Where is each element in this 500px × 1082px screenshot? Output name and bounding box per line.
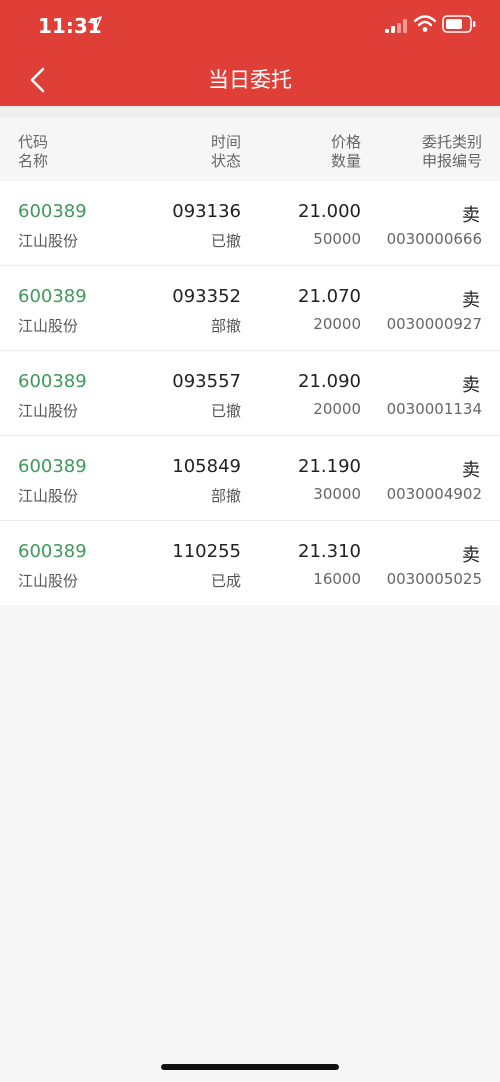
header-divider [0, 106, 500, 118]
order-status: 已撤 [210, 402, 241, 420]
order-price: 21.000 [298, 201, 361, 222]
order-status: 部撤 [210, 317, 241, 335]
column-order-type: 委托类别 [421, 133, 482, 151]
order-row[interactable]: 600389 江山股份 110255 已成 21.310 16000 卖 003… [0, 521, 500, 605]
stock-code: 600389 [18, 456, 87, 477]
column-price: 价格 [330, 133, 361, 151]
order-price: 21.190 [298, 456, 361, 477]
order-quantity: 50000 [313, 230, 361, 248]
order-price: 21.310 [298, 541, 361, 562]
order-side: 卖 [462, 460, 480, 481]
order-number: 0030004902 [386, 485, 482, 503]
stock-code: 600389 [18, 286, 87, 307]
stock-code: 600389 [18, 541, 87, 562]
column-quantity: 数量 [330, 152, 361, 170]
order-number: 0030000927 [386, 315, 482, 333]
order-status: 部撤 [210, 487, 241, 505]
order-number: 0030000666 [386, 230, 482, 248]
order-status: 已成 [210, 572, 241, 590]
order-time: 110255 [172, 541, 241, 562]
order-status: 已撤 [210, 232, 241, 250]
order-row[interactable]: 600389 江山股份 093136 已撤 21.000 50000 卖 003… [0, 181, 500, 266]
order-time: 105849 [172, 456, 241, 477]
column-name: 名称 [18, 152, 49, 170]
location-arrow-icon [88, 16, 102, 30]
order-quantity: 16000 [313, 570, 361, 588]
battery-icon [442, 15, 476, 33]
wifi-icon [414, 15, 436, 32]
order-time: 093352 [172, 286, 241, 307]
orders-list: 600389 江山股份 093136 已撤 21.000 50000 卖 003… [0, 181, 500, 605]
stock-code: 600389 [18, 201, 87, 222]
page-title: 当日委托 [208, 68, 292, 92]
order-price: 21.070 [298, 286, 361, 307]
app-header: 11:31 当日委托 [0, 0, 500, 106]
stock-code: 600389 [18, 371, 87, 392]
order-side: 卖 [462, 205, 480, 226]
column-code: 代码 [18, 133, 49, 151]
column-status: 状态 [210, 152, 241, 170]
order-quantity: 20000 [313, 400, 361, 418]
order-number: 0030005025 [386, 570, 482, 588]
stock-name: 江山股份 [18, 487, 79, 505]
order-number: 0030001134 [386, 400, 482, 418]
order-price: 21.090 [298, 371, 361, 392]
column-header: 代码 名称 时间 状态 价格 数量 委托类别 申报编号 [0, 118, 500, 181]
stock-name: 江山股份 [18, 317, 79, 335]
order-side: 卖 [462, 375, 480, 396]
stock-name: 江山股份 [18, 232, 79, 250]
order-time: 093136 [172, 201, 241, 222]
order-row[interactable]: 600389 江山股份 105849 部撤 21.190 30000 卖 003… [0, 436, 500, 521]
stock-name: 江山股份 [18, 572, 79, 590]
stock-name: 江山股份 [18, 402, 79, 420]
order-side: 卖 [462, 545, 480, 566]
order-row[interactable]: 600389 江山股份 093557 已撤 21.090 20000 卖 003… [0, 351, 500, 436]
order-side: 卖 [462, 290, 480, 311]
order-time: 093557 [172, 371, 241, 392]
signal-icon [385, 19, 407, 33]
order-quantity: 30000 [313, 485, 361, 503]
order-quantity: 20000 [313, 315, 361, 333]
column-order-no: 申报编号 [421, 152, 482, 170]
column-time: 时间 [210, 133, 241, 151]
order-row[interactable]: 600389 江山股份 093352 部撤 21.070 20000 卖 003… [0, 266, 500, 351]
home-indicator[interactable] [161, 1064, 339, 1070]
